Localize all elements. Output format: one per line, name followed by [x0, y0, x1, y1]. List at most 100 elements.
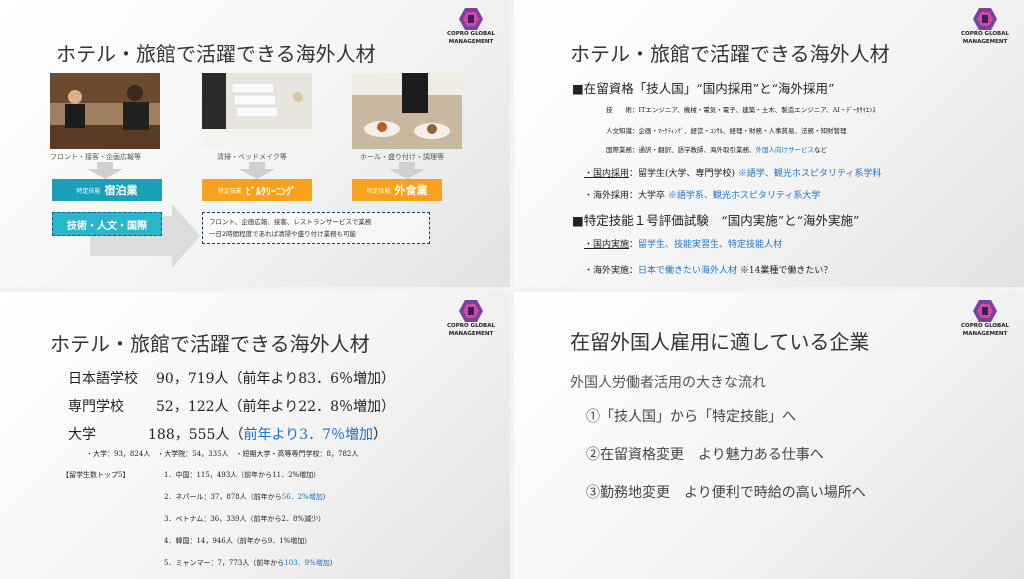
row-gijutsu-text: ITエンジニア、機械・電気・電子、建築・土木、製造エンジニア、AI・ﾃﾞｰﾀｻｲ…: [638, 106, 876, 114]
logo-text-line1: COPRO GLOBAL: [960, 31, 1010, 37]
slide-grid: COPRO GLOBAL MANAGEMENT ホテル・旅館で活躍できる海外人材: [0, 0, 1024, 579]
row-overseas-text: ：大学卒: [629, 191, 666, 201]
row-university-blue: 前年より3．7％増加: [243, 427, 373, 443]
row-university-value: 188，555人（: [148, 427, 244, 443]
slide-2[interactable]: COPRO GLOBAL MANAGEMENT ホテル・旅館で活躍できる海外人材…: [514, 0, 1024, 287]
row-domestic-blue: ※語学、観光ホスピタリティ系学科: [737, 169, 882, 179]
box-building-small: 特定技能: [217, 187, 242, 195]
slide-3[interactable]: COPRO GLOBAL MANAGEMENT ホテル・旅館で活躍できる海外人材…: [0, 292, 510, 579]
company-logo: COPRO GLOBAL MANAGEMENT: [440, 8, 502, 46]
slide-4[interactable]: COPRO GLOBAL MANAGEMENT 在留外国人雇用に適している企業 …: [514, 292, 1024, 579]
row-domestic-label: ・国内採用: [584, 169, 630, 179]
logo-text-line2: MANAGEMENT: [962, 39, 1008, 45]
row-domestic-impl-label: ・国内実施: [584, 240, 630, 250]
rank-2: 2．ネパール：37，878人（前年から56．2%増加）: [164, 492, 330, 502]
box-building-big: ﾋﾞﾙｸﾘｰﾆﾝｸﾞ: [246, 186, 296, 198]
row-overseas: ・海外採用：大学卒 ※語学系、観光ホスピタリティ系大学: [584, 188, 820, 201]
row-kokusai-label: 国際業務：: [606, 146, 639, 154]
slide-1-title: ホテル・旅館で活躍できる海外人材: [56, 42, 376, 66]
arrow-down-3-icon: [389, 169, 425, 179]
row-kokusai: 国際業務：通訳・翻訳、語学教師、海外取引業務、外国人向けサービスなど: [606, 144, 827, 154]
row-domestic-text: ：留学生(大学、専門学校): [629, 169, 736, 179]
caption-clean: 清掃・ベッドメイク等: [217, 153, 287, 161]
logo-mark-icon: [973, 300, 997, 322]
logo-text-line2: MANAGEMENT: [448, 39, 494, 45]
box-gaishoku-big: 外食業: [394, 184, 428, 197]
company-logo: COPRO GLOBAL MANAGEMENT: [440, 300, 502, 338]
top5-label: 【留学生数トップ5】: [62, 471, 130, 479]
row-japanese-school: 日本語学校 90，719人（前年より83．6％増加）: [68, 368, 395, 388]
rank-4: 4．韓国：14，946人（前年から9．1%増加）: [164, 537, 312, 545]
rank-5-post: ）: [329, 559, 337, 567]
flow-item-3: ③勤務地変更 より便利で時給の高い場所へ: [586, 485, 866, 501]
slide-1[interactable]: COPRO GLOBAL MANAGEMENT ホテル・旅館で活躍できる海外人材: [0, 0, 510, 287]
flow-item-1: ①「技人国」から「特定技能」へ: [586, 409, 796, 425]
row-university-tail: ）: [373, 427, 387, 443]
heading-gijinkoku: ■在留資格「技人国」“国内採用”と“海外採用”: [572, 81, 835, 96]
row-university-label: 大学: [68, 427, 96, 443]
row-kokusai-tail: など: [814, 146, 827, 154]
row-domestic-impl-blue: 留学生、技能実習生、特定技能人材: [638, 240, 783, 250]
slide-3-title: ホテル・旅館で活躍できる海外人材: [50, 332, 370, 356]
box-building: 特定技能 ﾋﾞﾙｸﾘｰﾆﾝｸﾞ: [202, 179, 312, 201]
row-jinbun-text: 企画・ﾏｰｹﾃｨﾝｸﾞ、経営・ｺﾝｻﾙ、経理・財務・人事質易、法務・知財管理: [638, 127, 847, 135]
box-gaishoku-small: 特定技能: [366, 187, 391, 195]
photo-front-desk: [50, 73, 160, 149]
rank-3: 3．ベトナム：36，339人（前年から2．8%減少）: [164, 515, 326, 523]
rank-5-pre: 5．ミャンマー：7，773人（前年から: [164, 559, 285, 567]
row-overseas-impl: ・海外実施：日本で働きたい海外人材 ※14業種で働きたい？: [584, 263, 832, 276]
arrow-down-2-icon: [239, 169, 275, 179]
rank-2-blue: 56．2%増加: [281, 493, 323, 501]
logo-text-line2: MANAGEMENT: [448, 331, 494, 337]
photo-restaurant: [352, 73, 462, 149]
row-overseas-impl-label: ・海外実施: [584, 266, 630, 276]
box-shukuhaku: 特定技能 宿泊業: [52, 179, 162, 201]
note-line-1: フロント、企画広報、接客、レストランサービスで業務: [209, 218, 372, 226]
box-shukuhaku-small: 特定技能: [76, 187, 101, 195]
company-logo: COPRO GLOBAL MANAGEMENT: [954, 8, 1016, 46]
note-box: フロント、企画広報、接客、レストランサービスで業務 一日2時間程度であれば清掃や…: [202, 212, 430, 244]
slide-2-title: ホテル・旅館で活躍できる海外人材: [570, 42, 890, 66]
row-kokusai-text: 通訳・翻訳、語学教師、海外取引業務、: [638, 146, 756, 154]
row-jinbun-label: 人文知識：: [606, 127, 639, 135]
slide-4-subtitle: 外国人労働者活用の大きな流れ: [570, 375, 766, 391]
slide-4-title: 在留外国人雇用に適している企業: [570, 330, 870, 354]
heading-tokutei: ■特定技能１号評価試験 “国内実施”と“海外実施”: [572, 213, 860, 228]
row-japanese-school-label: 日本語学校: [68, 371, 138, 387]
rank-5: 5．ミャンマー：7，773人（前年から103．9%増加）: [164, 558, 337, 568]
rank-1: 1．中国：115，493人（前年から11．2%増加）: [164, 471, 321, 479]
note-line-2: 一日2時間程度であれば清掃や盛り付け業務も可能: [209, 230, 357, 238]
row-domestic-impl-colon: ：: [629, 240, 639, 250]
row-gijutsu: 技 術：ITエンジニア、機械・電気・電子、建築・土木、製造エンジニア、AI・ﾃﾞ…: [606, 104, 876, 114]
logo-text-line1: COPRO GLOBAL: [960, 323, 1010, 329]
row-overseas-impl-blue: 日本で働きたい海外人材: [638, 266, 738, 276]
rank-2-pre: 2．ネパール：37，878人（前年から: [164, 493, 282, 501]
caption-front: フロント・接客・企画広報等: [50, 153, 141, 161]
row-overseas-label: ・海外採用: [584, 191, 630, 201]
row-jinbun: 人文知識：企画・ﾏｰｹﾃｨﾝｸﾞ、経営・ｺﾝｻﾙ、経理・財務・人事質易、法務・知…: [606, 125, 847, 135]
row-vocational-school-value: 52，122人（前年より22．8％増加）: [156, 399, 395, 415]
logo-text-line1: COPRO GLOBAL: [446, 323, 496, 329]
box-shukuhaku-big: 宿泊業: [104, 184, 138, 197]
row-overseas-impl-tail: ※14業種で働きたい？: [739, 266, 833, 276]
row-university: 大学 188，555人（前年より3．7％増加）: [68, 424, 387, 444]
company-logo: COPRO GLOBAL MANAGEMENT: [954, 300, 1016, 338]
logo-mark-icon: [973, 8, 997, 30]
box-gijinkoku: 技術・人文・国際: [52, 212, 162, 236]
logo-mark-icon: [459, 8, 483, 30]
row-overseas-blue: ※語学系、観光ホスピタリティ系大学: [667, 191, 821, 201]
row-kokusai-blue: 外国人向けサービス: [755, 146, 815, 154]
rank-5-blue: 103．9%増加: [284, 559, 330, 567]
box-gaishoku: 特定技能 外食業: [352, 179, 442, 201]
row-domestic: ・国内採用：留学生(大学、専門学校) ※語学、観光ホスピタリティ系学科: [584, 166, 881, 179]
row-vocational-school-label: 専門学校: [68, 399, 124, 415]
row-gijutsu-label: 技 術：: [606, 106, 639, 114]
row-vocational-school: 専門学校 52，122人（前年より22．8％増加）: [68, 396, 395, 416]
caption-hall: ホール・盛り付け・調理等: [360, 153, 444, 161]
university-breakdown: ・大学：93，824人 ・大学院：54，335人 ・短期大学・高等専門学校：8，…: [86, 450, 359, 458]
row-japanese-school-value: 90，719人（前年より83．6％増加）: [156, 371, 395, 387]
flow-item-2: ②在留資格変更 より魅力ある仕事へ: [586, 447, 824, 463]
row-domestic-impl: ・国内実施：留学生、技能実習生、特定技能人材: [584, 237, 782, 250]
logo-text-line1: COPRO GLOBAL: [446, 31, 496, 37]
logo-text-line2: MANAGEMENT: [962, 331, 1008, 337]
